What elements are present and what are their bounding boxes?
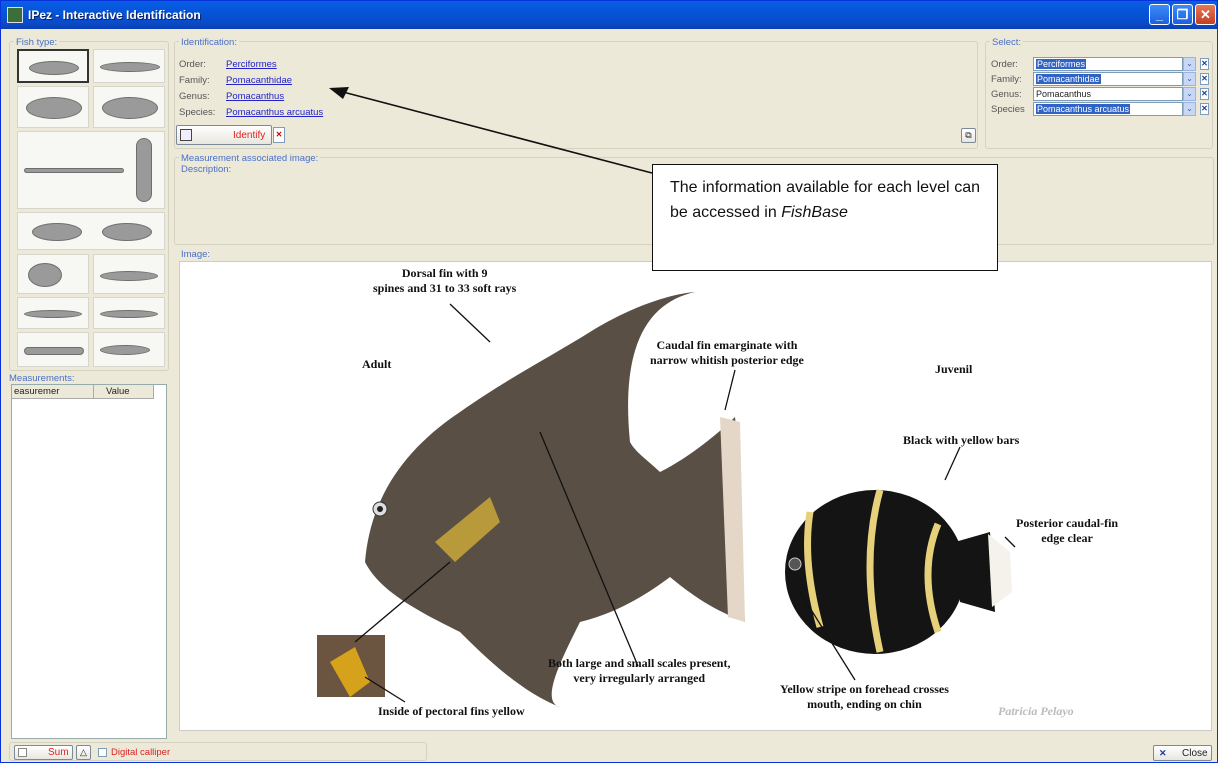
annotation-yellow-stripe: Yellow stripe on forehead crosses mouth,… bbox=[780, 682, 949, 711]
measurements-table[interactable]: easuremer Value bbox=[11, 384, 167, 739]
annotation-posterior: Posterior caudal-fin edge clear bbox=[1016, 516, 1119, 545]
sel-order-label: Order: bbox=[991, 59, 1018, 70]
measurements-label: Measurements: bbox=[7, 373, 77, 384]
col-measurement[interactable]: easuremer bbox=[12, 385, 94, 399]
id-genus-label: Genus: bbox=[179, 91, 210, 102]
fish-type-flatfish-left[interactable] bbox=[17, 86, 89, 128]
measurement-image-label: Measurement associated image: bbox=[179, 153, 321, 164]
minimize-button[interactable]: _ bbox=[1149, 4, 1170, 25]
annotation-black-bars: Black with yellow bars bbox=[903, 433, 1020, 447]
close-button[interactable]: ✕ Close bbox=[1153, 745, 1212, 761]
family-dropdown-icon[interactable]: ⌄ bbox=[1183, 72, 1196, 86]
fish-type-chimaera[interactable] bbox=[93, 332, 165, 367]
fish-type-guitarfish[interactable] bbox=[17, 297, 89, 329]
app-window: IPez - Interactive Identification _ ❐ ✕ … bbox=[0, 0, 1218, 763]
fishbase-callout: The information available for each level… bbox=[652, 164, 998, 271]
select-label: Select: bbox=[990, 37, 1024, 48]
order-dropdown-icon[interactable]: ⌄ bbox=[1183, 57, 1196, 71]
order-select[interactable]: Perciformes bbox=[1033, 57, 1183, 71]
fish-type-sawshark[interactable] bbox=[93, 297, 165, 329]
title-bar[interactable]: IPez - Interactive Identification _ ❐ ✕ bbox=[1, 1, 1217, 29]
fish-type-perch[interactable] bbox=[17, 49, 89, 83]
triangle-icon[interactable]: △ bbox=[76, 745, 91, 760]
fish-type-lamprey[interactable] bbox=[17, 332, 89, 367]
genus-dropdown-icon[interactable]: ⌄ bbox=[1183, 87, 1196, 101]
identification-label: Identification: bbox=[179, 37, 239, 48]
id-family-link[interactable]: Pomacanthidae bbox=[226, 75, 292, 86]
id-species-label: Species: bbox=[179, 107, 216, 118]
callout-fishbase: FishBase bbox=[781, 204, 848, 221]
identify-button[interactable]: Identify bbox=[176, 125, 272, 145]
id-family-label: Family: bbox=[179, 75, 210, 86]
family-clear-icon[interactable]: ✕ bbox=[1200, 73, 1209, 85]
genus-select[interactable]: Pomacanthus bbox=[1033, 87, 1183, 101]
sel-genus-label: Genus: bbox=[991, 89, 1022, 100]
annotation-juvenil: Juvenil bbox=[935, 362, 973, 376]
annotation-scales: Both large and small scales present, ver… bbox=[548, 656, 731, 685]
annotation-caudal: Caudal fin emarginate with narrow whitis… bbox=[650, 338, 804, 367]
id-species-link[interactable]: Pomacanthus arcuatus bbox=[226, 107, 323, 118]
image-label: Image: bbox=[179, 249, 213, 260]
annotation-adult: Adult bbox=[362, 357, 392, 371]
sum-checkbox[interactable] bbox=[18, 748, 27, 757]
fish-type-shark[interactable] bbox=[93, 254, 165, 294]
fish-type-anglerfish[interactable] bbox=[17, 212, 165, 250]
description-label: Description: bbox=[179, 164, 234, 175]
species-select[interactable]: Pomacanthus arcuatus bbox=[1033, 102, 1183, 116]
app-icon bbox=[7, 7, 23, 23]
sel-species-label: Species bbox=[991, 104, 1025, 115]
fish-image: Dorsal fin with 9 spines and 31 to 33 so… bbox=[179, 261, 1212, 731]
clear-identify-icon[interactable]: ✕ bbox=[273, 127, 285, 143]
callout-arrow bbox=[329, 87, 653, 174]
fish-type-pipefish-seahorse[interactable] bbox=[17, 131, 165, 209]
calliper-label: Digital calliper bbox=[111, 747, 171, 758]
family-select[interactable]: Pomacanthidae bbox=[1033, 72, 1183, 86]
window-copy-icon[interactable]: ⧉ bbox=[961, 128, 976, 143]
species-clear-icon[interactable]: ✕ bbox=[1200, 103, 1209, 115]
credit-text: Patricia Pelayo bbox=[998, 704, 1074, 718]
close-icon: ✕ bbox=[1159, 748, 1167, 758]
genus-clear-icon[interactable]: ✕ bbox=[1200, 88, 1209, 100]
calliper-checkbox[interactable] bbox=[98, 748, 107, 757]
close-window-button[interactable]: ✕ bbox=[1195, 4, 1216, 25]
id-order-link[interactable]: Perciformes bbox=[226, 59, 277, 70]
fish-type-ray[interactable] bbox=[17, 254, 89, 294]
col-value[interactable]: Value bbox=[94, 385, 154, 399]
id-genus-link[interactable]: Pomacanthus bbox=[226, 91, 284, 102]
window-title: IPez - Interactive Identification bbox=[28, 8, 201, 22]
restore-button[interactable]: ❐ bbox=[1172, 4, 1193, 25]
order-clear-icon[interactable]: ✕ bbox=[1200, 58, 1209, 70]
identify-icon bbox=[180, 129, 192, 141]
sel-family-label: Family: bbox=[991, 74, 1022, 85]
id-order-label: Order: bbox=[179, 59, 206, 70]
annotation-pectoral: Inside of pectoral fins yellow bbox=[378, 704, 525, 718]
species-dropdown-icon[interactable]: ⌄ bbox=[1183, 102, 1196, 116]
sum-button[interactable]: Sum bbox=[14, 745, 73, 760]
fish-type-label: Fish type: bbox=[14, 37, 60, 48]
fish-type-flatfish-right[interactable] bbox=[93, 86, 165, 128]
fish-type-eel[interactable] bbox=[93, 49, 165, 83]
annotation-dorsal: Dorsal fin with 9 spines and 31 to 33 so… bbox=[373, 266, 517, 295]
